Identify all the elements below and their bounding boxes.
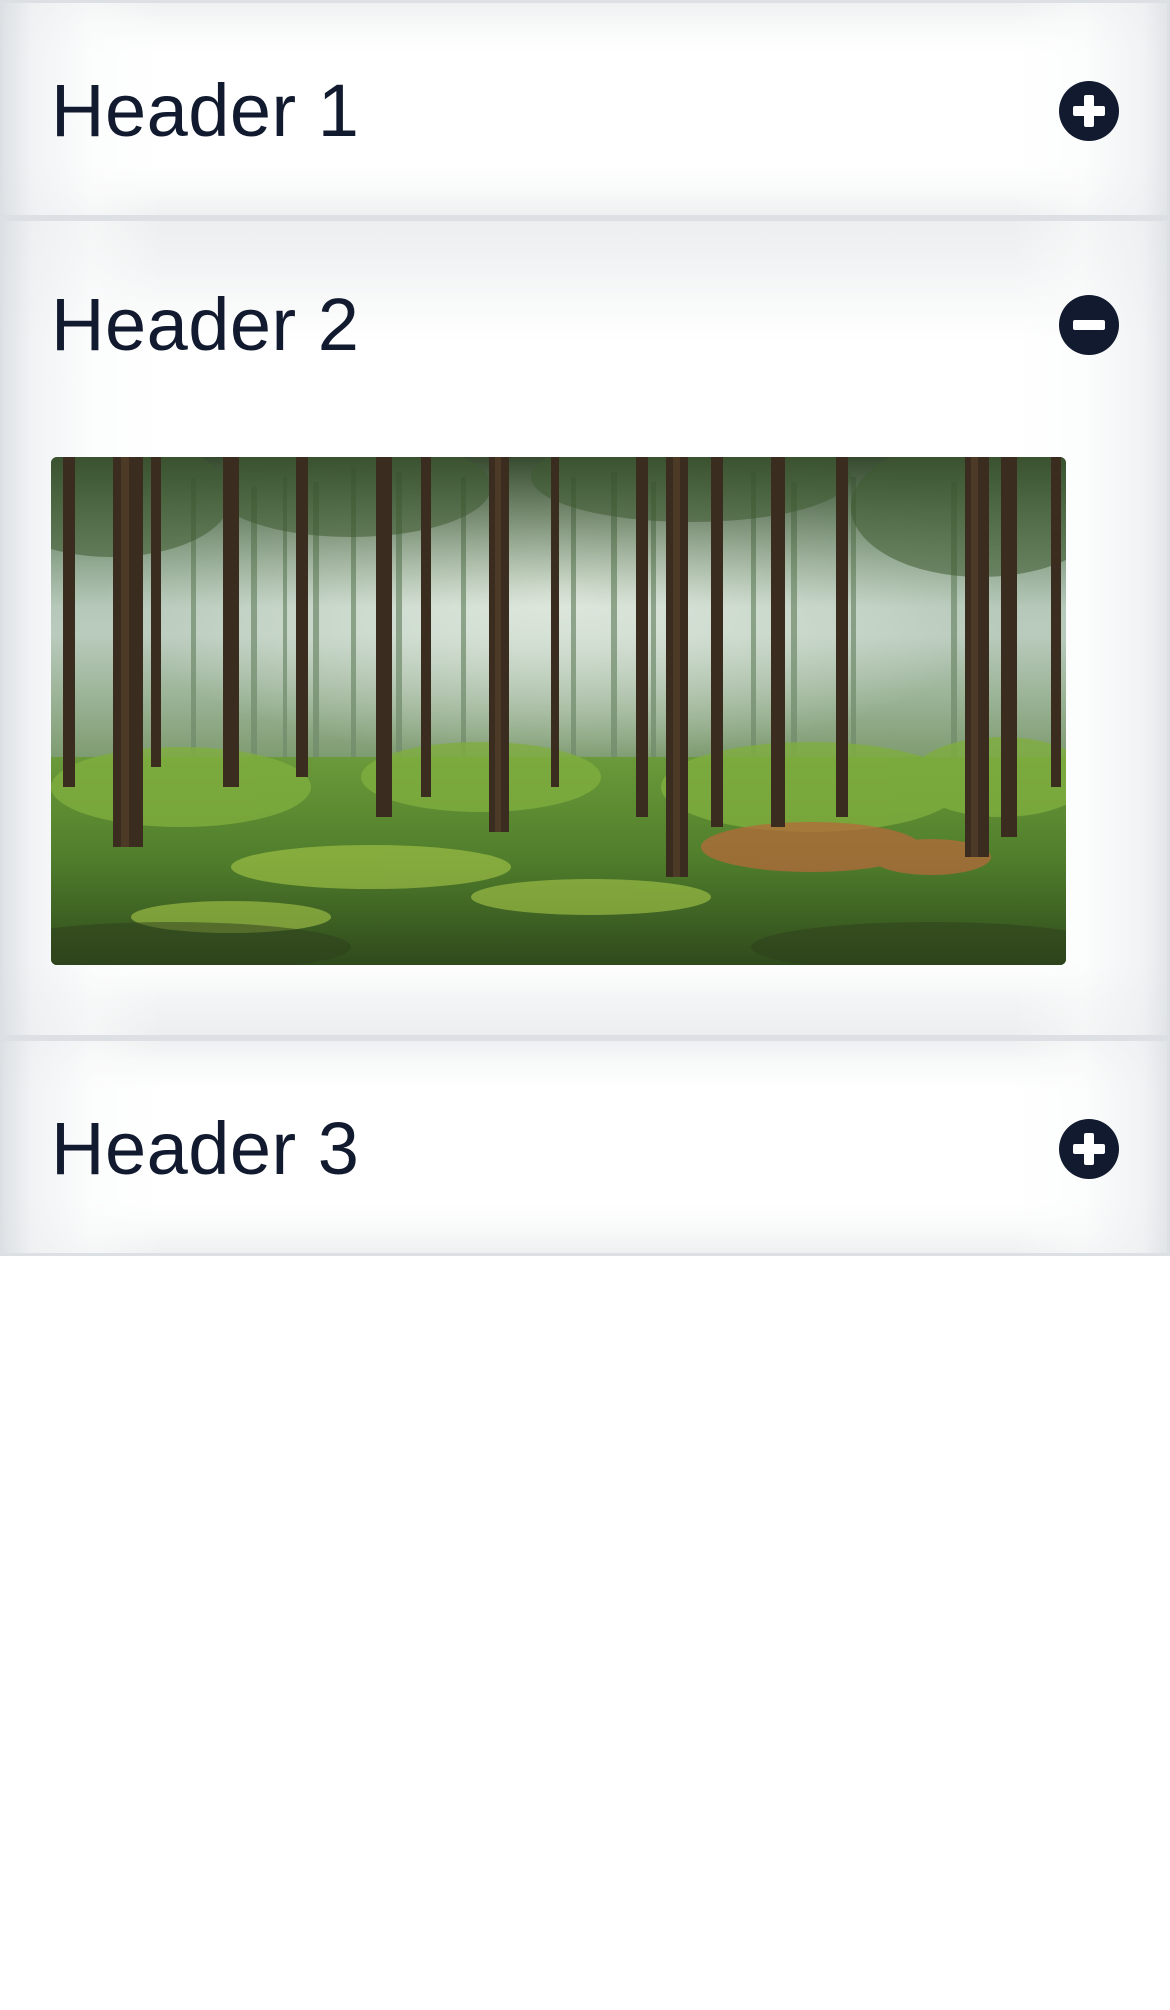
accordion-panel-2: Header 2	[0, 218, 1170, 1038]
plus-circle-icon[interactable]	[1059, 81, 1119, 141]
accordion-header-3[interactable]: Header 3	[51, 1104, 1119, 1194]
accordion-header-2[interactable]: Header 2	[51, 280, 1119, 370]
accordion-header-2-title: Header 2	[51, 283, 360, 366]
forest-image	[51, 457, 1066, 965]
accordion-header-1-title: Header 1	[51, 69, 360, 152]
accordion-header-1[interactable]: Header 1	[51, 66, 1119, 156]
accordion-header-3-title: Header 3	[51, 1107, 360, 1190]
accordion-panel-1: Header 1	[0, 0, 1170, 218]
plus-circle-icon[interactable]	[1059, 1119, 1119, 1179]
forest-photo	[51, 457, 1066, 965]
accordion-panel-3: Header 3	[0, 1038, 1170, 1256]
minus-circle-icon[interactable]	[1059, 295, 1119, 355]
accordion: Header 1 Header 2 Header 3	[0, 0, 1170, 1256]
